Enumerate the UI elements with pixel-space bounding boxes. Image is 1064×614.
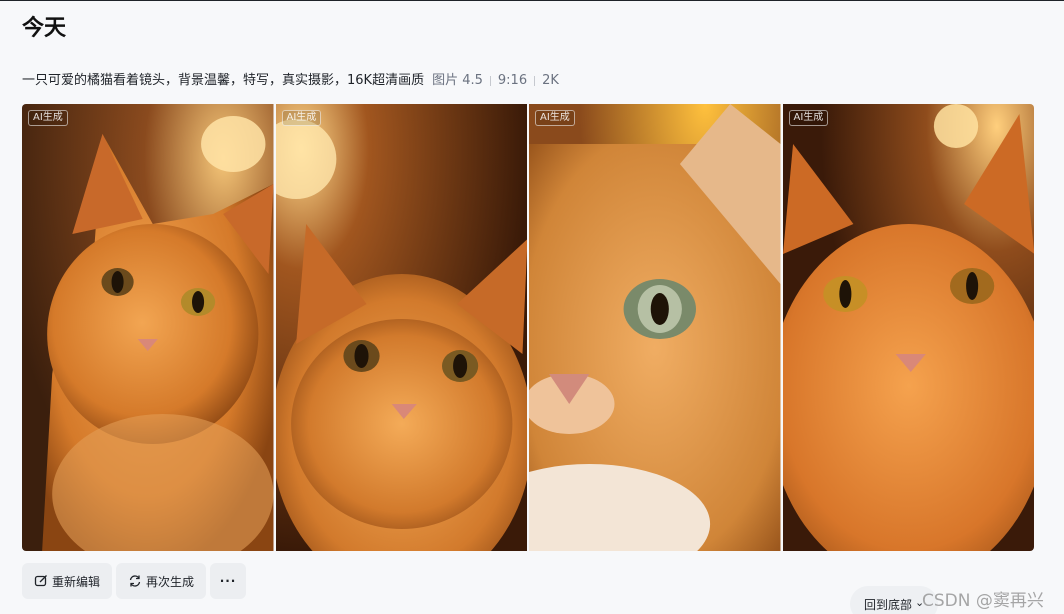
more-button[interactable]: ··· [210, 563, 247, 599]
top-divider [0, 0, 1064, 1]
more-dots-icon: ··· [219, 574, 237, 588]
action-bar: 重新编辑 再次生成 ··· [22, 563, 247, 599]
prompt-row: 一只可爱的橘猫看着镜头，背景温馨，特写，真实摄影，16K超清画质 图片 4.5 … [22, 72, 559, 90]
generated-image-1[interactable]: AI生成 [22, 104, 274, 551]
re-edit-label: 重新编辑 [52, 574, 101, 589]
cat-image-1 [22, 104, 274, 551]
regenerate-button[interactable]: 再次生成 [116, 563, 207, 599]
cat-image-2 [275, 104, 527, 551]
page-title: 今天 [22, 16, 67, 41]
csdn-watermark: CSDN @窦再兴 [922, 591, 1044, 611]
model-label: 图片 4.5 [432, 73, 483, 88]
ratio-label: 9:16 [497, 73, 528, 88]
scroll-to-bottom-label: 回到底部 [864, 598, 913, 612]
cat-image-3 [529, 104, 781, 551]
regenerate-label: 再次生成 [146, 574, 195, 589]
prompt-text: 一只可爱的橘猫看着镜头，背景温馨，特写，真实摄影，16K超清画质 [22, 73, 425, 88]
generated-image-2[interactable]: AI生成 [275, 104, 527, 551]
refresh-icon [128, 574, 142, 588]
ai-generated-badge: AI生成 [788, 110, 829, 126]
image-gallery: AI生成 AI生成 AI生成 AI生成 [22, 104, 1034, 551]
separator [489, 76, 491, 86]
ai-generated-badge: AI生成 [535, 110, 575, 126]
re-edit-button[interactable]: 重新编辑 [22, 563, 113, 599]
cat-image-4 [782, 104, 1034, 551]
generated-image-4[interactable]: AI生成 [782, 104, 1034, 551]
ai-generated-badge: AI生成 [281, 110, 322, 126]
ai-generated-badge: AI生成 [28, 110, 68, 126]
edit-icon [34, 574, 48, 588]
separator [534, 76, 536, 86]
generated-image-3[interactable]: AI生成 [529, 104, 781, 551]
resolution-label: 2K [542, 73, 559, 88]
